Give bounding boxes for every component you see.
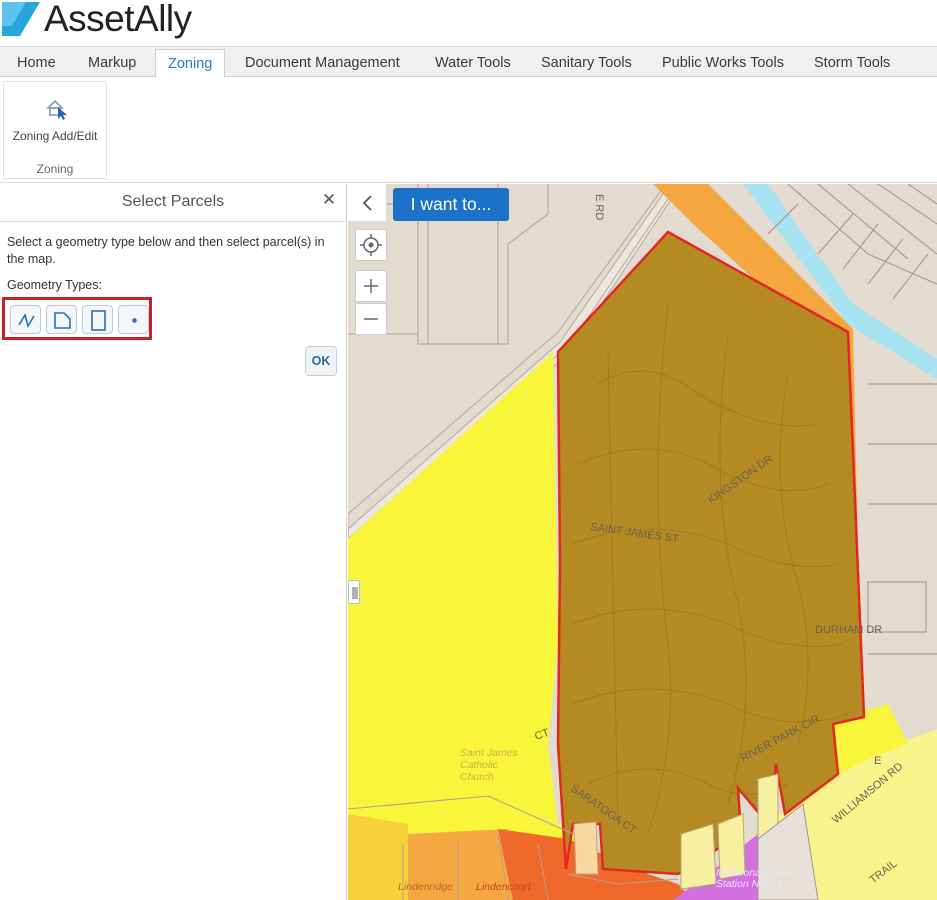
panel-header: Select Parcels ✕ [0,184,346,222]
app-root: AssetAlly Home Markup Zoning Document Ma… [0,0,937,900]
polygon-icon [54,312,71,329]
i-want-to-button[interactable]: I want to... [393,188,509,221]
map-view[interactable]: E RD SAINT JAMES ST KINGSTON DR DURHAM D… [348,184,937,900]
tab-public-works-tools[interactable]: Public Works Tools [662,47,784,78]
tab-water-tools[interactable]: Water Tools [435,47,511,78]
ribbon-group-zoning: Zoning Add/Edit Zoning [3,81,107,179]
ribbon-group-label: Zoning [36,162,74,176]
grip-icon [352,587,358,599]
place-label-lindencourt: Lindencourt [476,881,531,893]
geometry-types-label: Geometry Types: [7,278,102,292]
zoning-add-edit-label: Zoning Add/Edit [12,129,98,143]
app-logo-text: AssetAlly [44,0,192,39]
tab-sanitary-tools[interactable]: Sanitary Tools [541,47,632,78]
app-header: AssetAlly [0,0,937,45]
rectangle-icon [91,310,106,331]
tab-home[interactable]: Home [17,47,56,78]
minus-icon [364,318,378,320]
place-label-church-overlay: Saint James Catholic Church [460,747,530,783]
ok-button[interactable]: OK [305,346,337,376]
place-label-fire-station: Mukwonago Fire Station Num 1 [716,868,806,890]
panel-title: Select Parcels [121,193,225,210]
place-label-lindenridge: Lindenridge [398,881,453,893]
tab-document-management[interactable]: Document Management [245,47,400,78]
polyline-icon [18,312,35,329]
polygon-button[interactable] [46,305,77,334]
panel-resize-handle[interactable] [348,580,360,604]
locate-button[interactable] [355,229,387,261]
map-canvas: E RD SAINT JAMES ST KINGSTON DR DURHAM D… [348,184,937,900]
rectangle-button[interactable] [82,305,113,334]
zoom-in-button[interactable] [355,270,387,302]
zoning-add-edit-button[interactable]: Zoning Add/Edit [4,82,106,156]
street-label-durham: DURHAM DR [815,624,882,636]
polyline-button[interactable] [10,305,41,334]
point-icon [132,318,137,323]
street-label-east: E [874,755,881,767]
fire-station-label: Mukwonago Fire Station Num 1 [716,867,794,890]
street-label-top-road: E RD [593,194,605,220]
geometry-types-toolbar [2,297,152,340]
assetally-logo-icon [2,2,40,36]
zoom-out-button[interactable] [355,303,387,335]
point-button[interactable] [118,305,149,334]
select-parcels-panel: Select Parcels ✕ Select a geometry type … [0,184,347,900]
church-label: Saint James Catholic Church [460,747,518,783]
tab-zoning[interactable]: Zoning [155,49,226,79]
tab-markup[interactable]: Markup [88,47,136,78]
crosshair-icon [360,234,382,256]
tab-storm-tools[interactable]: Storm Tools [814,47,890,78]
collapse-panel-button[interactable] [348,184,387,222]
chevron-left-icon [362,195,372,211]
main-tab-bar: Home Markup Zoning Document Management W… [0,46,937,79]
close-icon[interactable]: ✕ [319,190,339,212]
plus-icon [364,279,378,293]
zoning-edit-icon [46,99,67,120]
panel-instructions: Select a geometry type below and then se… [7,235,325,266]
ribbon: Zoning Add/Edit Zoning [0,77,937,183]
